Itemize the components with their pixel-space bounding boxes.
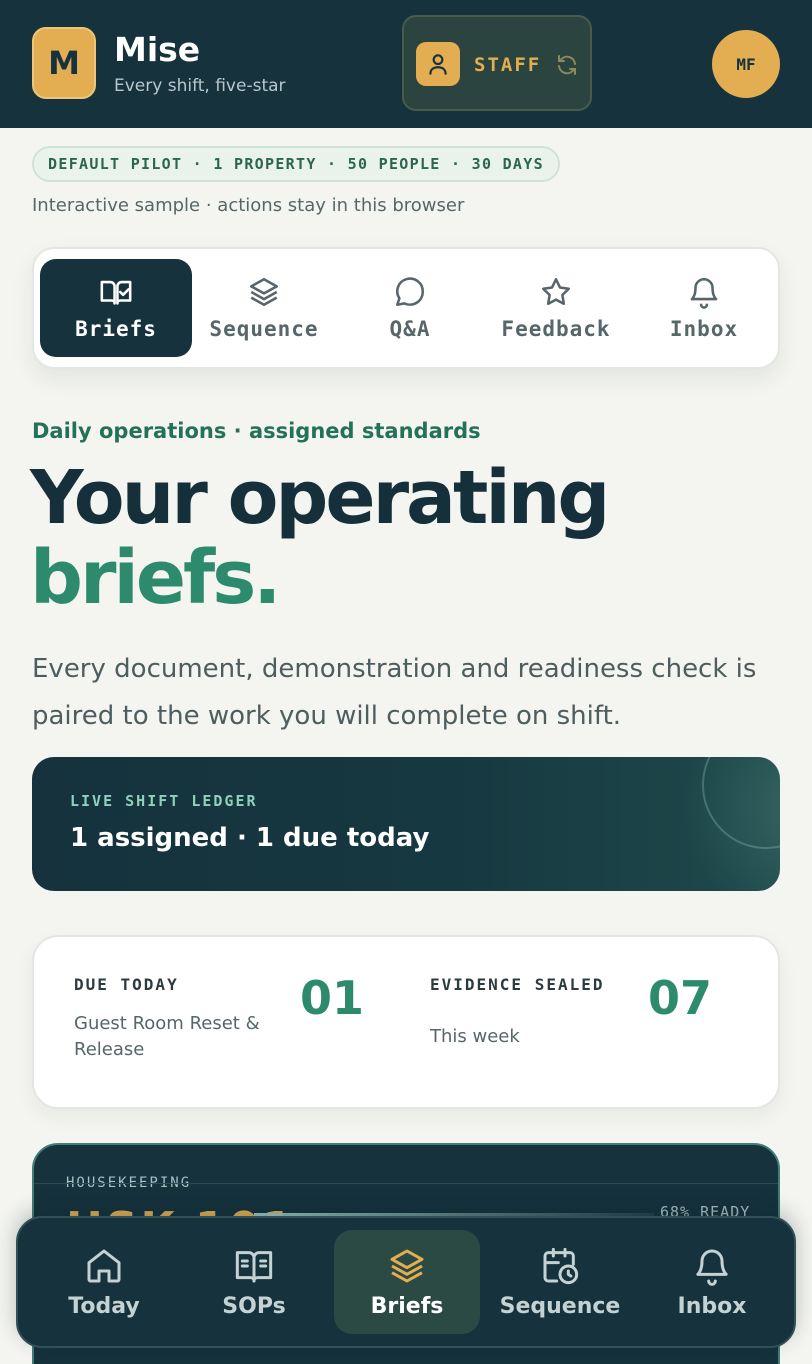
top-app-bar: M Mise Every shift, five-star STAFF MF (0, 0, 812, 128)
nav-label: Briefs (370, 1293, 444, 1319)
nav-briefs[interactable]: Briefs (334, 1230, 480, 1334)
nav-sops[interactable]: SOPs (184, 1230, 324, 1334)
nav-today[interactable]: Today (34, 1230, 174, 1334)
page-title: Your operating briefs. (30, 458, 790, 618)
chat-bubble-icon (395, 277, 425, 307)
nav-inbox[interactable]: Inbox (642, 1230, 782, 1334)
calendar-clock-icon (543, 1247, 579, 1284)
user-avatar[interactable]: MF (712, 30, 780, 98)
user-icon (416, 42, 460, 86)
stat-evidence-detail: This week (430, 1026, 520, 1047)
nav-sequence[interactable]: Sequence (490, 1230, 630, 1334)
layers-icon (390, 1249, 424, 1282)
role-label: STAFF (474, 54, 542, 76)
user-initials: MF (736, 54, 756, 74)
nav-label: SOPs (222, 1293, 286, 1319)
stat-due-today-detail: Guest Room Reset & Release (74, 1013, 260, 1060)
section-tabs: Briefs Sequence Q&A Feedback Inbox (32, 247, 780, 369)
stats-card: DUE TODAY Guest Room Reset & Release 01 … (32, 935, 780, 1109)
tab-label: Briefs (75, 317, 157, 341)
swap-icon (554, 52, 580, 78)
nav-label: Today (68, 1293, 140, 1319)
role-switcher-button[interactable]: STAFF (402, 15, 592, 111)
ledger-kicker: LIVE SHIFT LEDGER (70, 792, 258, 810)
stat-due-today-label: DUE TODAY (74, 975, 179, 994)
nav-label: Inbox (677, 1293, 747, 1319)
live-shift-ledger: LIVE SHIFT LEDGER 1 assigned · 1 due tod… (32, 757, 780, 891)
home-icon (87, 1249, 121, 1282)
stat-evidence-value: 07 (648, 971, 713, 1025)
tab-label: Q&A (389, 317, 431, 341)
logo-letter: M (48, 44, 80, 82)
tab-sequence[interactable]: Sequence (194, 259, 334, 357)
stat-due-today-value: 01 (300, 971, 365, 1025)
page-description: Every document, demonstration and readin… (32, 654, 757, 731)
bell-icon (690, 278, 718, 309)
bell-icon (696, 1249, 728, 1286)
tab-label: Feedback (501, 317, 611, 341)
page-title-line: Your operating (30, 455, 610, 541)
nav-label: Sequence (499, 1293, 621, 1319)
section-eyebrow: Daily operations · assigned standards (32, 419, 481, 443)
tab-label: Inbox (669, 317, 739, 341)
book-check-icon (100, 280, 132, 305)
tab-briefs[interactable]: Briefs (40, 259, 192, 357)
pilot-summary-badge: DEFAULT PILOT · 1 PROPERTY · 50 PEOPLE ·… (32, 146, 560, 182)
tab-label: Sequence (209, 317, 319, 341)
app-logo[interactable]: M (32, 27, 96, 99)
page-title-accent: briefs. (30, 535, 281, 621)
tab-qa[interactable]: Q&A (350, 259, 470, 357)
open-book-icon (235, 1250, 273, 1282)
app-tagline: Every shift, five-star (114, 76, 286, 96)
divider (34, 1183, 778, 1184)
stat-evidence-label: EVIDENCE SEALED (430, 975, 605, 994)
star-icon (541, 277, 571, 306)
bottom-navigation: Today SOPs Briefs Sequence Inbox (16, 1216, 796, 1348)
tab-feedback[interactable]: Feedback (486, 259, 626, 357)
ledger-summary: 1 assigned · 1 due today (70, 823, 430, 853)
app-name: Mise (114, 30, 201, 69)
sample-note: Interactive sample · actions stay in thi… (32, 195, 465, 216)
tab-inbox[interactable]: Inbox (644, 259, 764, 357)
layers-icon (249, 277, 279, 307)
